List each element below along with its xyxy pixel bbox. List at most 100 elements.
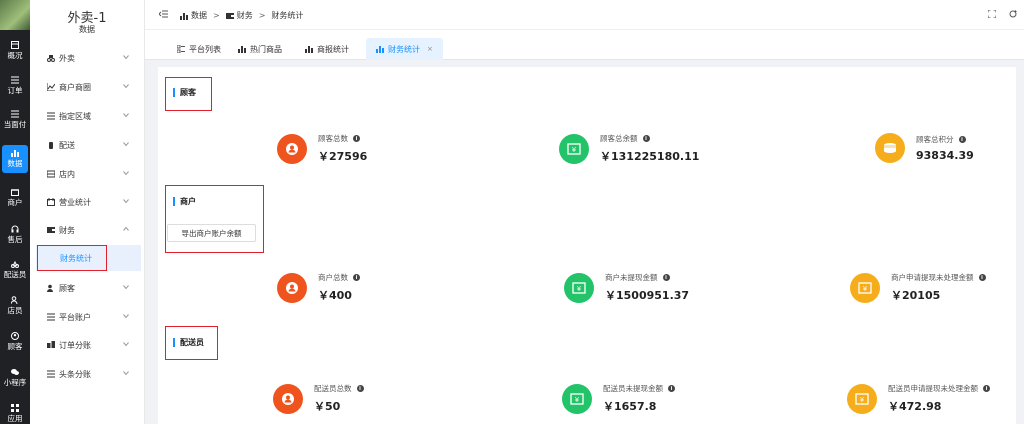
collapse-menu-icon[interactable] [159,10,168,18]
user-circle-icon [11,331,19,340]
split-icon [47,341,55,349]
menu-item-label: 顾客 [59,283,75,293]
chart-icon [238,45,246,53]
menu-item-label: 订单分账 [59,340,91,350]
menu-item-designated-area[interactable]: 指定区域 [30,106,145,126]
info-icon[interactable]: i [353,135,360,142]
store-icon [11,188,19,196]
rail-item-staff[interactable]: 店员 [0,292,30,320]
rail-item-apps[interactable]: 应用 [0,400,30,424]
primary-rail: 概况 订单 当面付 数据 商户 售后 配送员 店员 顾客 小程序 应用 [0,0,30,424]
fullscreen-icon[interactable] [988,10,996,18]
info-icon[interactable]: i [983,385,990,392]
bottle-icon [47,141,55,149]
rail-label: 数据 [7,159,23,168]
menu-item-business-stats[interactable]: 营业统计 [30,192,145,212]
rail-label: 配送员 [3,270,27,279]
list-icon [11,110,19,117]
rail-item-rider[interactable]: 配送员 [0,256,30,284]
coins-icon [875,133,905,163]
highlight-box [37,245,107,271]
stat-label: 配送员申请提现未处理金额 [888,384,978,393]
chevron-down-icon [123,285,129,290]
rail-label: 售后 [7,235,23,244]
list-icon [177,45,185,53]
info-icon[interactable]: i [958,136,966,143]
rail-item-data[interactable]: 数据 [2,145,28,173]
tab-report-stats[interactable]: 商报统计 [295,38,359,60]
breadcrumb-separator: > [258,11,266,20]
tab-hot-products[interactable]: 热门商品 [228,38,292,60]
apps-icon [11,403,19,412]
info-icon[interactable]: i [978,274,986,281]
stat-merchant-count: 商户总数 i ￥400 [277,272,360,303]
stat-merchant-pending-withdrawal: ¥ 商户申请提现未处理金额 i ￥20105 [850,272,986,303]
svg-text:¥: ¥ [575,396,580,404]
close-icon[interactable]: × [427,45,433,53]
menu-item-finance[interactable]: 财务 [30,220,145,240]
rail-item-facepay[interactable]: 当面付 [0,106,30,134]
stat-value: ￥50 [314,400,341,413]
chart-icon [305,45,313,53]
rail-item-merchant[interactable]: 商户 [0,184,30,212]
rail-item-aftersale[interactable]: 售后 [0,221,30,249]
people-icon [47,284,55,292]
breadcrumb-current: 财务统计 [271,11,304,20]
money-icon: ¥ [847,383,877,414]
info-icon[interactable]: i [642,135,650,142]
menu-item-toutiao-split[interactable]: 头条分账 [30,364,145,384]
menu-item-platform-account[interactable]: 平台账户 [30,307,145,327]
rail-item-orders[interactable]: 订单 [0,72,30,100]
menu-item-label: 财务 [59,225,75,235]
menu-item-customer[interactable]: 顾客 [30,278,145,298]
info-icon[interactable]: i [356,385,364,392]
stat-merchant-unwithdrawn: ¥ 商户未提现金额 i ￥1500951.37 [564,272,689,303]
export-merchant-balance-button[interactable]: 导出商户账户余额 [167,224,256,242]
stat-label: 顾客总数 [318,134,348,143]
info-icon[interactable]: i [353,274,360,281]
svg-text:¥: ¥ [572,146,577,154]
info-icon[interactable]: i [662,274,670,281]
chevron-down-icon [123,199,129,204]
section-title-customer: 顾客 [173,88,196,97]
breadcrumb-home[interactable]: 数据 [191,10,207,21]
stat-value: ￥131225180.11 [600,150,700,163]
money-icon: ¥ [564,272,594,303]
money-icon: ¥ [850,272,880,303]
tab-label: 财务统计 [388,44,420,54]
stat-label: 配送员总数 [314,384,352,393]
menu-item-takeout[interactable]: 外卖 [30,48,145,68]
refresh-icon[interactable] [1009,10,1017,18]
menu-item-business-district[interactable]: 商户商圈 [30,77,145,97]
chevron-down-icon [123,171,129,176]
breadcrumb: 数据 > 财务 > 财务统计 [180,10,303,21]
rail-item-miniprogram[interactable]: 小程序 [0,364,30,392]
rail-item-customer[interactable]: 顾客 [0,328,30,356]
rail-item-overview[interactable]: 概况 [0,37,30,65]
list-icon [47,370,55,378]
user-icon [273,383,303,414]
stat-label: 商户未提现金额 [605,273,658,282]
menu-item-delivery[interactable]: 配送 [30,135,145,155]
menu-item-order-split[interactable]: 订单分账 [30,335,145,355]
rail-label: 订单 [7,86,23,95]
menu-item-dine-in[interactable]: 店内 [30,164,145,184]
stat-value: ￥400 [318,289,352,302]
info-icon[interactable]: i [668,385,675,392]
tab-finance-stats[interactable]: 财务统计 × [366,38,443,60]
list-icon [47,112,55,120]
menu-item-label: 外卖 [59,53,75,63]
rail-label: 商户 [7,198,23,207]
tab-platform-list[interactable]: 平台列表 [167,38,231,60]
breadcrumb-parent[interactable]: 财务 [237,10,253,21]
tab-label: 平台列表 [189,44,221,54]
rider-icon [11,260,19,268]
wallet-icon [225,12,234,20]
stat-label: 顾客总余额 [600,134,638,143]
highlight-box [165,185,264,253]
secondary-menu: 外卖-1 数据 外卖 商户商圈 指定区域 配送 店内 营业统计 财务 财务统计 … [30,0,145,424]
breadcrumb-separator: > [213,11,220,20]
finance-stats-panel [158,67,1016,424]
menu-item-label: 店内 [59,169,75,179]
stat-value: ￥20105 [891,289,941,302]
